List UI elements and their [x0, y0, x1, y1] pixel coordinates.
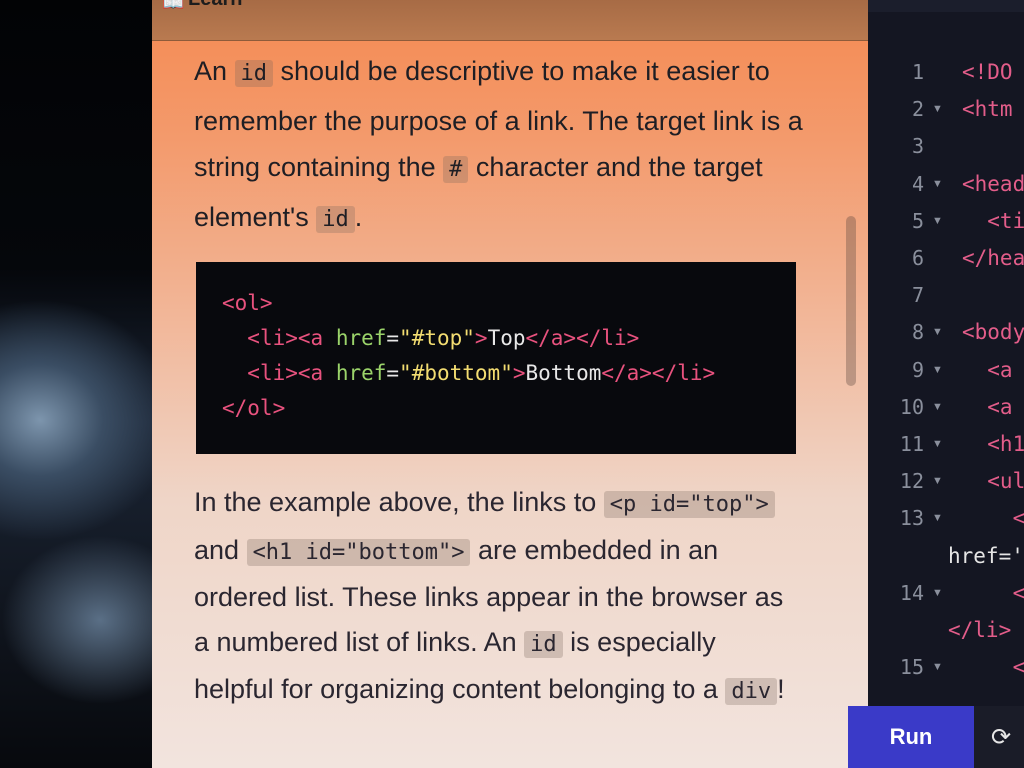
editor-code-line: href='	[948, 543, 1024, 568]
fold-arrow-icon[interactable]: ▼	[932, 326, 943, 338]
inline-code: #	[443, 156, 469, 183]
line-number: 4	[911, 171, 924, 196]
line-number: 1	[911, 60, 924, 84]
code-token: </ol>	[222, 396, 286, 420]
scrollbar-thumb[interactable]	[846, 216, 856, 386]
line-number: 14	[899, 580, 924, 605]
line-number: 9	[911, 357, 924, 382]
editor-code-line: <a	[962, 394, 1013, 419]
run-bar: Run ⟳	[848, 706, 1024, 768]
code-token: =	[386, 326, 400, 350]
lesson-paragraph-2: In the example above, the links to <p id…	[194, 480, 794, 715]
line-number: 12	[899, 469, 924, 494]
editor-top-bar	[868, 0, 1024, 12]
lesson-paragraph-1: An id should be descriptive to make it e…	[194, 48, 814, 243]
editor-code-line: <l	[1012, 655, 1024, 680]
fold-arrow-icon[interactable]: ▼	[932, 364, 943, 376]
inline-code: id	[524, 630, 563, 658]
line-number: 10	[899, 394, 924, 419]
code-token: href	[335, 361, 387, 385]
code-line: <li><a href="#top">Top</a></li>	[222, 321, 796, 356]
editor-code-line: <h1	[962, 432, 1024, 456]
refresh-icon[interactable]: ⟳	[982, 718, 1020, 756]
code-line: <ol>	[222, 286, 796, 321]
fold-arrow-icon[interactable]: ▼	[932, 215, 943, 227]
code-token: <li><a	[247, 361, 336, 385]
code-token: <ol>	[222, 291, 273, 315]
code-token: </a></li>	[525, 326, 640, 350]
inline-code: <h1 id="bottom">	[246, 538, 471, 566]
editor-code-line: <ul	[962, 469, 1024, 494]
learn-title: Learn	[188, 0, 242, 11]
code-token: >	[512, 361, 526, 385]
code-token: =	[386, 361, 400, 385]
line-number: 2	[911, 97, 924, 122]
fold-arrow-icon[interactable]: ▼	[932, 178, 943, 190]
code-editor[interactable]: 1 <!DO 2 ▼ <htm 3 4 ▼ <head 5 ▼ <ti 6 </hea 7 8 ▼ <body 9…	[868, 0, 1024, 768]
fold-arrow-icon[interactable]: ▼	[932, 587, 943, 599]
line-number: 3	[911, 134, 924, 159]
code-example: <ol> <li><a href="#top">Top</a></li> <li…	[196, 262, 796, 454]
code-token: >	[474, 326, 488, 350]
fold-arrow-icon[interactable]: ▼	[932, 512, 943, 524]
line-number: 8	[911, 320, 924, 345]
code-token: href	[335, 326, 387, 350]
editor-code-line: <ti	[962, 208, 1024, 233]
code-token: "#bottom"	[399, 361, 513, 385]
fold-arrow-icon[interactable]: ▼	[932, 661, 943, 673]
code-line: </ol>	[222, 391, 796, 426]
editor-code-line: <body	[962, 320, 1024, 345]
code-token: <li><a	[247, 326, 336, 350]
line-number: 5	[911, 208, 924, 233]
learn-header: 📖 Learn	[152, 0, 868, 41]
line-number: 13	[899, 506, 924, 531]
editor-code-line: </li>	[948, 618, 1012, 642]
editor-code-line: </hea	[962, 246, 1024, 270]
editor-code-line: <a	[962, 357, 1013, 382]
inline-code: id	[234, 60, 274, 87]
line-number: 15	[899, 655, 924, 680]
paragraph-text: .	[354, 201, 363, 232]
code-token: </a></li>	[601, 361, 716, 385]
inline-code: id	[316, 205, 355, 233]
editor-code-line: <head	[962, 171, 1024, 196]
paragraph-text: An	[194, 56, 235, 86]
inline-code: <p id="top">	[603, 491, 775, 518]
fold-arrow-icon[interactable]: ▼	[932, 438, 943, 450]
line-number: 6	[911, 246, 924, 270]
fold-arrow-icon[interactable]: ▼	[932, 475, 943, 487]
paragraph-text: and	[194, 534, 247, 565]
book-icon: 📖	[162, 0, 185, 12]
code-line: <li><a href="#bottom">Bottom</a></li>	[222, 356, 796, 391]
paragraph-text: !	[777, 674, 785, 704]
code-token: Bottom	[525, 361, 602, 385]
editor-code-line: <l	[1012, 580, 1024, 605]
learn-panel: 📖 Learn An id should be descriptive to m…	[152, 0, 868, 768]
editor-code-line: <htm	[962, 97, 1013, 122]
fold-arrow-icon[interactable]: ▼	[932, 401, 943, 413]
editor-code-line: <!DO	[962, 60, 1013, 84]
line-number: 7	[911, 283, 924, 308]
run-button[interactable]: Run	[848, 706, 974, 768]
paragraph-text: In the example above, the links to	[194, 487, 604, 517]
editor-code-line: <l	[1012, 506, 1024, 531]
line-number: 11	[899, 432, 924, 456]
inline-code: div	[725, 678, 778, 705]
code-token: "#top"	[399, 326, 475, 350]
fold-arrow-icon[interactable]: ▼	[932, 103, 943, 115]
background-photo	[0, 0, 170, 768]
code-token: Top	[487, 326, 526, 350]
